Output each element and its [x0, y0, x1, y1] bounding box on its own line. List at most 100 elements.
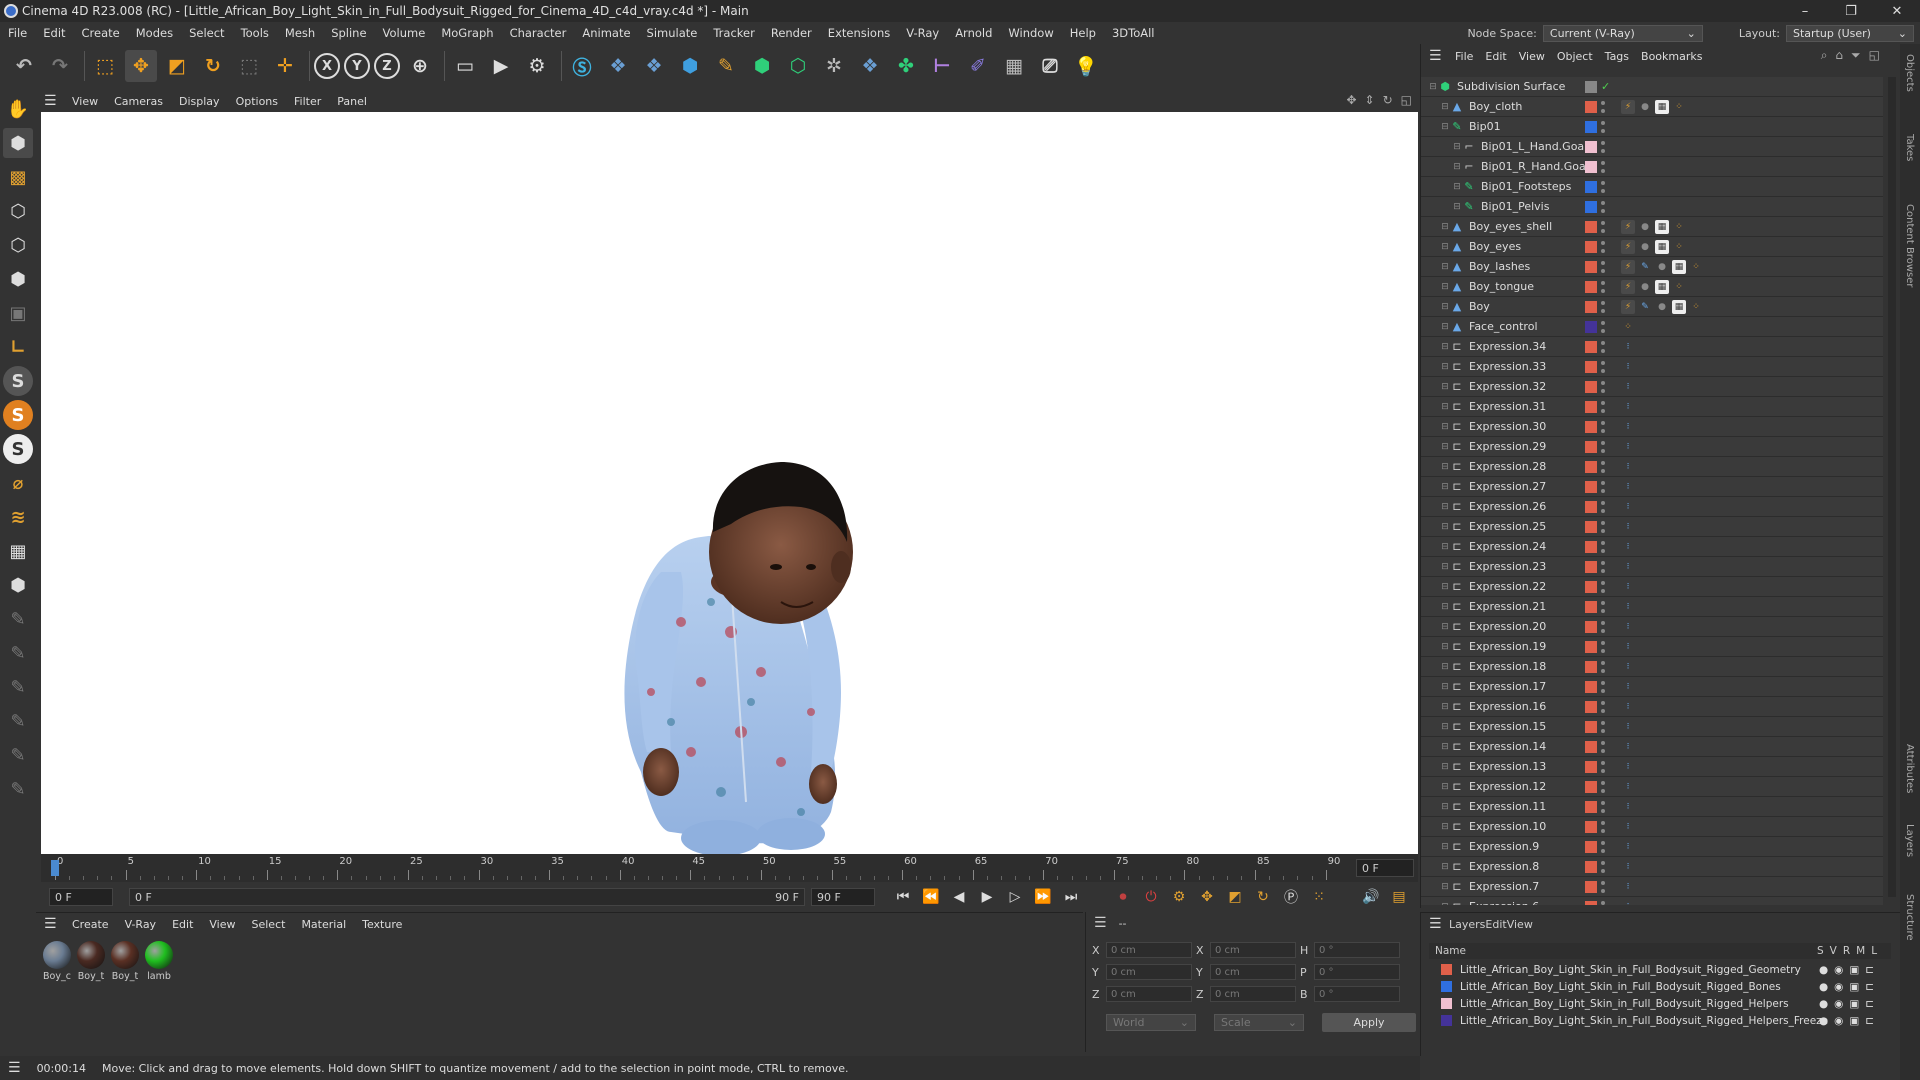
weight-tag-icon[interactable]: ⚡: [1621, 99, 1635, 114]
object-menu-tags[interactable]: Tags: [1599, 50, 1635, 63]
layer-color-swatch[interactable]: [1585, 320, 1597, 333]
xpresso-tag-icon[interactable]: ⁝: [1621, 619, 1635, 634]
sound-icon[interactable]: 🔊: [1359, 885, 1383, 909]
next-frame-icon[interactable]: ▷: [1003, 885, 1027, 909]
menu-edit[interactable]: Edit: [35, 26, 73, 40]
layer-color-swatch[interactable]: [1441, 1015, 1452, 1026]
expand-toggle-icon[interactable]: ⊟: [1439, 261, 1451, 273]
xpresso-tag-icon[interactable]: ⁝: [1621, 519, 1635, 534]
layout-dropdown[interactable]: Startup (User) ⌄: [1786, 24, 1914, 42]
weight-tag-icon[interactable]: ⚡: [1621, 279, 1635, 294]
menu-window[interactable]: Window: [1000, 26, 1061, 40]
coord-value-field[interactable]: 0 cm: [1106, 964, 1192, 980]
layer-color-swatch[interactable]: [1585, 120, 1597, 133]
recent-tool-icon[interactable]: ⬚: [233, 50, 265, 82]
layer-color-swatch[interactable]: [1585, 600, 1597, 613]
xpresso-tag-icon[interactable]: ⁝: [1621, 539, 1635, 554]
visibility-dots[interactable]: [1601, 720, 1605, 733]
material-swatch[interactable]: Boy_t: [76, 941, 106, 982]
object-row[interactable]: ⊟⊏ Expression.6 ⁝: [1421, 897, 1883, 905]
visibility-dots[interactable]: [1601, 300, 1605, 313]
layer-menu-layers[interactable]: Layers: [1449, 918, 1485, 931]
expand-toggle-icon[interactable]: ⊟: [1439, 841, 1451, 853]
expand-toggle-icon[interactable]: ⊟: [1439, 561, 1451, 573]
search-icon[interactable]: ⌕: [1821, 48, 1828, 63]
visibility-dots[interactable]: [1601, 460, 1605, 473]
viewport-menu-filter[interactable]: Filter: [286, 95, 329, 108]
side-tab[interactable]: Takes: [1904, 134, 1915, 161]
joint-tool-icon[interactable]: ✎: [3, 604, 33, 634]
layer-row[interactable]: Little_African_Boy_Light_Skin_in_Full_Bo…: [1431, 978, 1891, 995]
layer-color-swatch[interactable]: [1585, 420, 1597, 433]
expand-toggle-icon[interactable]: ⊟: [1439, 661, 1451, 673]
layer-color-swatch[interactable]: [1585, 140, 1597, 153]
expand-toggle-icon[interactable]: ⊟: [1451, 161, 1463, 173]
menu-create[interactable]: Create: [74, 26, 128, 40]
object-row[interactable]: ⊟ ⊏ Expression.30 ⁝: [1421, 417, 1883, 437]
python-script-icon[interactable]: ❖: [638, 50, 670, 82]
selection-tag-icon[interactable]: ⁘: [1672, 279, 1686, 294]
visibility-dots[interactable]: [1601, 840, 1605, 853]
layer-color-swatch[interactable]: [1585, 680, 1597, 693]
expand-toggle-icon[interactable]: ⊟: [1439, 821, 1451, 833]
layer-color-swatch[interactable]: [1585, 300, 1597, 313]
workplane-icon[interactable]: ≋: [3, 502, 33, 532]
rig-tool-icon[interactable]: ✎: [3, 740, 33, 770]
sculpt-brush-icon[interactable]: ✐: [962, 50, 994, 82]
apply-button[interactable]: Apply: [1322, 1013, 1416, 1032]
render-icon[interactable]: ▣: [1849, 998, 1859, 1010]
material-tag-icon[interactable]: ●: [1638, 279, 1652, 294]
layer-color-swatch[interactable]: [1585, 780, 1597, 793]
visible-eye-icon[interactable]: ◉: [1834, 964, 1843, 976]
object-row[interactable]: ⊟ ⊏ Expression.17 ⁝: [1421, 677, 1883, 697]
layer-color-swatch[interactable]: [1585, 740, 1597, 753]
layer-color-swatch[interactable]: [1585, 260, 1597, 273]
layer-color-swatch[interactable]: [1585, 560, 1597, 573]
menu-mograph[interactable]: MoGraph: [433, 26, 501, 40]
layer-menu-view[interactable]: View: [1507, 918, 1533, 931]
xpresso-tag-icon[interactable]: ⁝: [1621, 859, 1635, 874]
layer-color-swatch[interactable]: [1585, 840, 1597, 853]
uvw-tag-icon[interactable]: ▦: [1672, 299, 1686, 314]
menu-render[interactable]: Render: [763, 26, 820, 40]
layer-color-swatch[interactable]: [1585, 160, 1597, 173]
menu-simulate[interactable]: Simulate: [639, 26, 706, 40]
side-tab[interactable]: Attributes: [1904, 744, 1915, 793]
layer-row[interactable]: Little_African_Boy_Light_Skin_in_Full_Bo…: [1431, 995, 1891, 1012]
visibility-dots[interactable]: [1601, 880, 1605, 893]
xpresso-tag-icon[interactable]: ⁝: [1621, 359, 1635, 374]
cube-primitive-icon[interactable]: ⬢: [674, 50, 706, 82]
material-swatch[interactable]: Boy_c: [42, 941, 72, 982]
object-row[interactable]: ⊟ ⊏ Expression.32 ⁝: [1421, 377, 1883, 397]
keyframe-selection-icon[interactable]: ⚙: [1167, 885, 1191, 909]
expand-toggle-icon[interactable]: ⊟: [1439, 761, 1451, 773]
manager-icon[interactable]: ⊏: [1865, 964, 1874, 976]
expand-toggle-icon[interactable]: ⊟: [1439, 461, 1451, 473]
visibility-dots[interactable]: [1601, 660, 1605, 673]
object-menu-bookmarks[interactable]: Bookmarks: [1635, 50, 1708, 63]
object-row[interactable]: ⊟ ⊏ Expression.10 ⁝: [1421, 817, 1883, 837]
visibility-dots[interactable]: [1601, 640, 1605, 653]
manager-icon[interactable]: ⊏: [1865, 998, 1874, 1010]
pen-spline-icon[interactable]: ✎: [710, 50, 742, 82]
expand-toggle-icon[interactable]: ⊟: [1439, 301, 1451, 313]
layer-color-swatch[interactable]: [1585, 760, 1597, 773]
maximize-button[interactable]: ❐: [1828, 0, 1874, 22]
grid-icon[interactable]: ▦: [3, 536, 33, 566]
expand-toggle-icon[interactable]: ⊟: [1439, 421, 1451, 433]
camera-object-icon[interactable]: ⎚: [1034, 50, 1066, 82]
record-keys-icon[interactable]: ⏺: [1111, 885, 1135, 909]
expand-toggle-icon[interactable]: ⊟: [1451, 181, 1463, 193]
object-menu-edit[interactable]: Edit: [1479, 50, 1512, 63]
visibility-dots[interactable]: [1601, 560, 1605, 573]
xpresso-tag-icon[interactable]: ⁝: [1621, 439, 1635, 454]
object-row[interactable]: ⊟ ▲ Boy_eyes ⚡ ● ▦ ⁘: [1421, 237, 1883, 257]
move-tool-icon[interactable]: ✥: [125, 50, 157, 82]
weight-tag-icon[interactable]: ⚡: [1621, 239, 1635, 254]
expand-toggle-icon[interactable]: ⊟: [1439, 901, 1451, 906]
material-menu-texture[interactable]: Texture: [354, 918, 410, 931]
undo-icon[interactable]: ↶: [8, 50, 40, 82]
expand-toggle-icon[interactable]: ⊟: [1439, 881, 1451, 893]
xpresso-tag-icon[interactable]: ⁝: [1621, 799, 1635, 814]
expand-toggle-icon[interactable]: ⊟: [1439, 121, 1451, 133]
